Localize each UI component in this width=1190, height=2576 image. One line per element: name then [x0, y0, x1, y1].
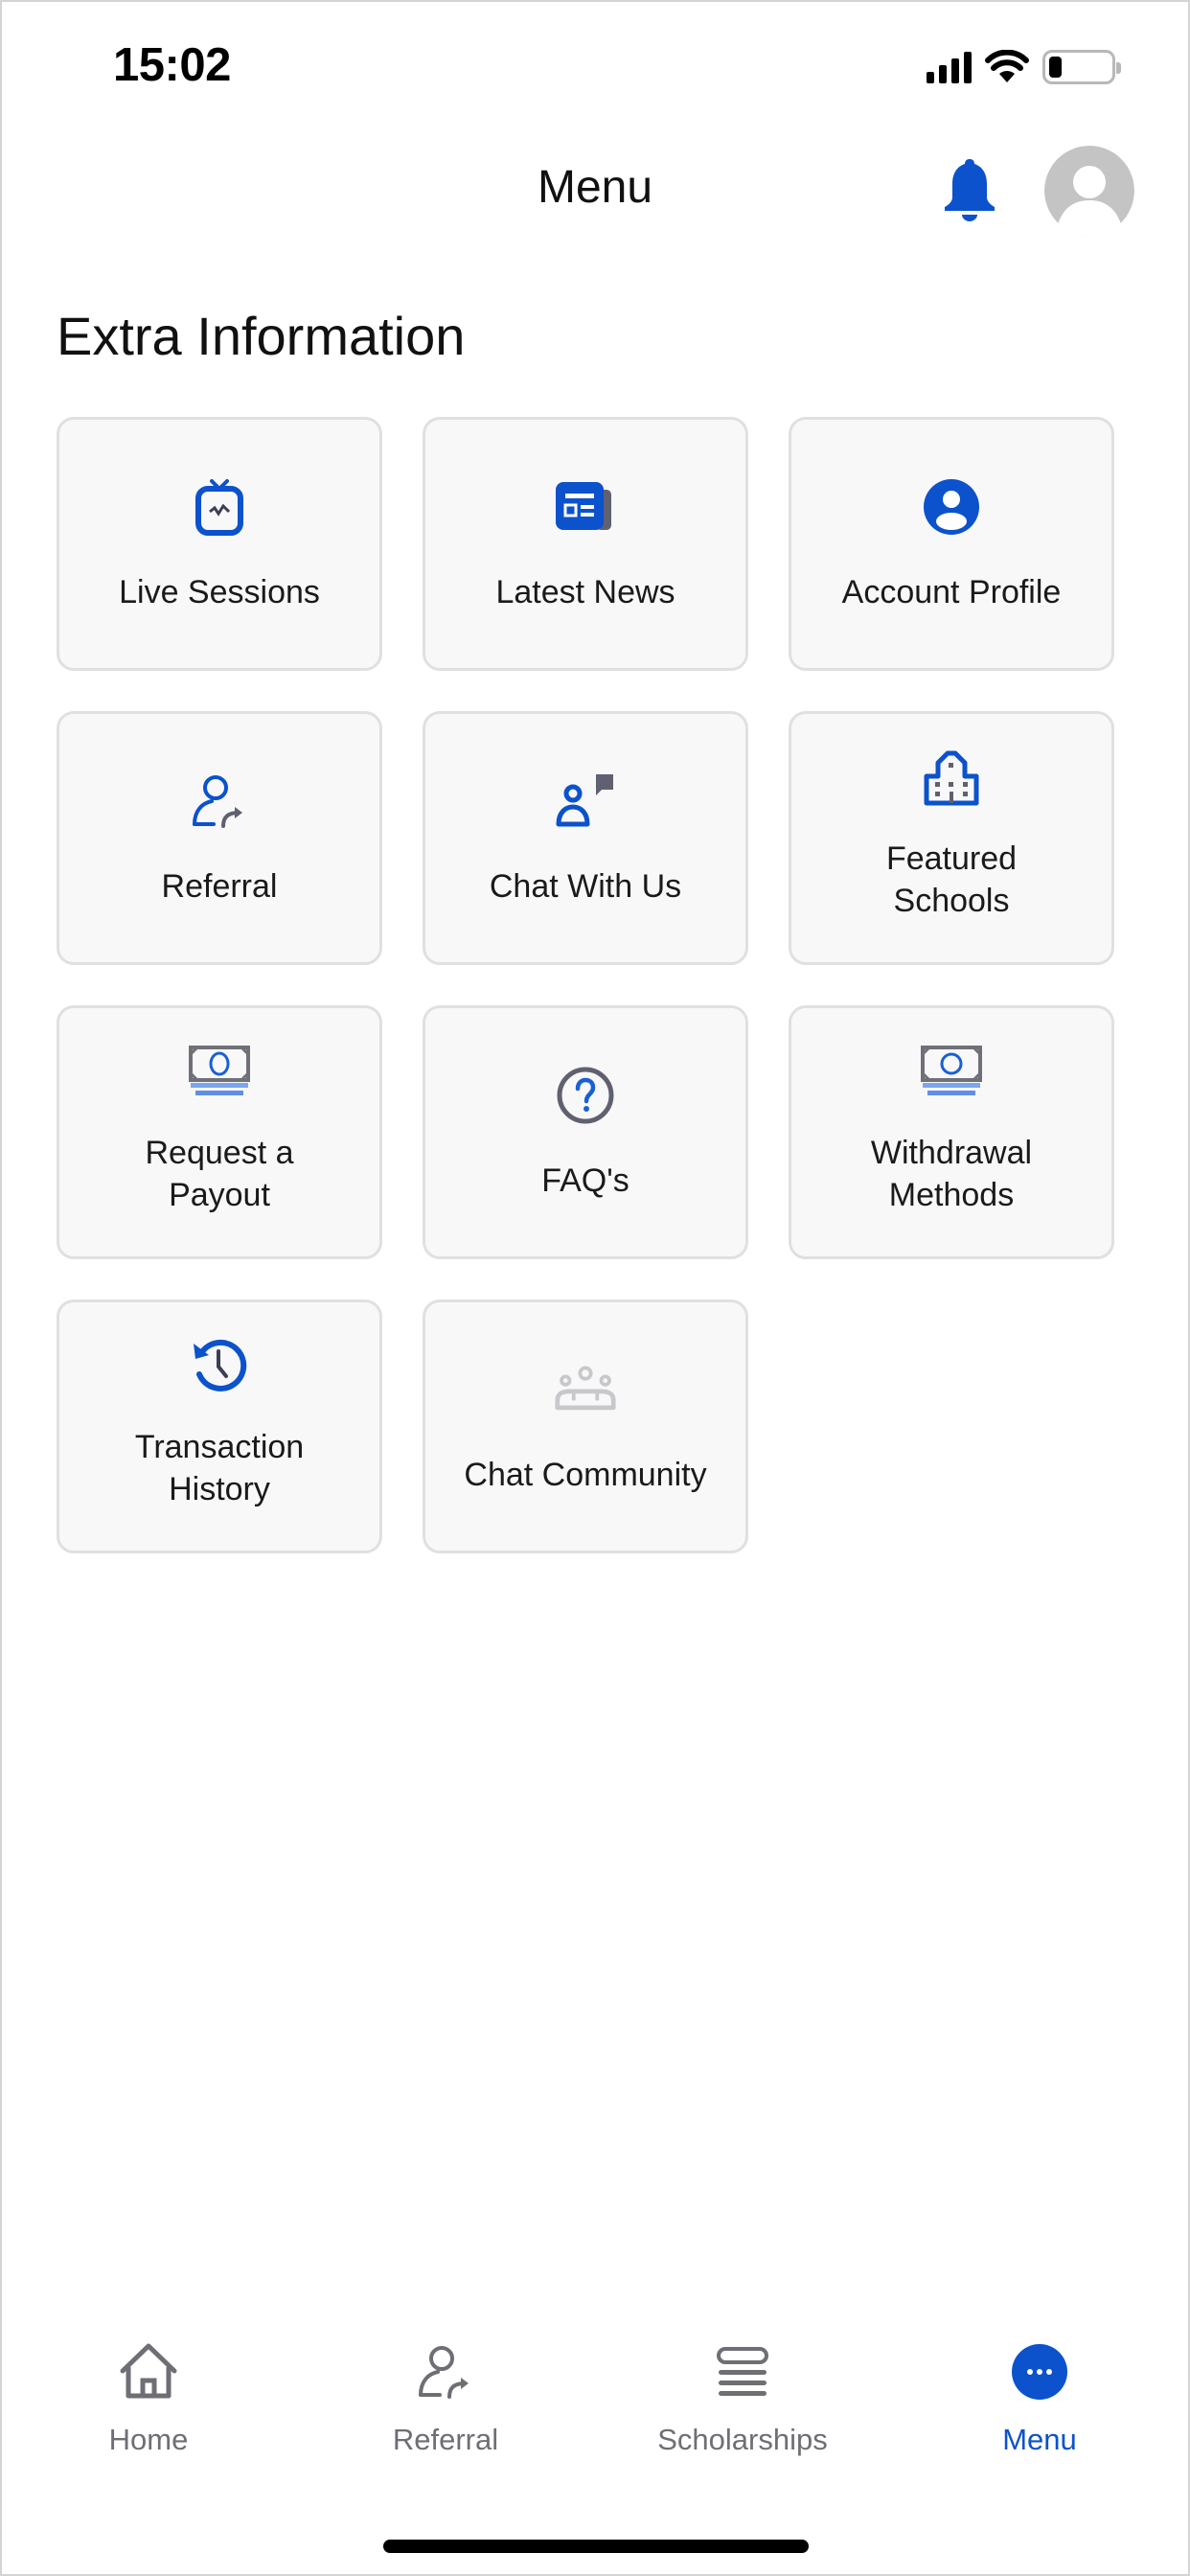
account-circle-icon [920, 475, 983, 539]
cash-stack-icon [188, 1040, 251, 1103]
tile-label: Request a Payout [145, 1134, 294, 1213]
tile-label: Live Sessions [119, 573, 320, 610]
tile-label: Referral [161, 867, 278, 905]
history-clock-icon [188, 1334, 251, 1397]
bottom-nav: Home Referral Scholarships Menu [0, 2338, 1190, 2472]
nav-label: Menu [1002, 2423, 1077, 2456]
nav-item-referral[interactable]: Referral [297, 2338, 594, 2472]
tile-label: Featured Schools [885, 840, 1018, 919]
question-circle-icon [554, 1064, 617, 1127]
battery-level [1049, 57, 1062, 78]
nav-item-home[interactable]: Home [0, 2338, 297, 2472]
tile-live-sessions[interactable]: Live Sessions [57, 417, 382, 671]
nav-label: Referral [392, 2423, 499, 2456]
tile-account-profile[interactable]: Account Profile [789, 417, 1114, 671]
tile-label: Latest News [495, 573, 675, 610]
battery-icon [1042, 50, 1121, 84]
section-title: Extra Information [57, 306, 466, 366]
wifi-icon [985, 50, 1029, 82]
status-time: 15:02 [113, 39, 231, 91]
page-title: Menu [537, 162, 653, 213]
person-share-icon [188, 770, 251, 833]
status-bar: 15:02 [0, 0, 1190, 134]
tile-request-payout[interactable]: Request a Payout [57, 1005, 382, 1259]
tile-featured-schools[interactable]: Featured Schools [789, 711, 1114, 965]
tile-label: Account Profile [841, 573, 1062, 610]
user-avatar-icon [1044, 146, 1134, 236]
tile-transaction-history[interactable]: Transaction History [57, 1300, 382, 1553]
tile-label: Chat Community [464, 1456, 707, 1493]
tile-referral[interactable]: Referral [57, 711, 382, 965]
user-avatar[interactable] [1044, 146, 1134, 236]
cellular-signal-icon [927, 51, 972, 83]
tile-chat-with-us[interactable]: Chat With Us [423, 711, 748, 965]
group-icon [554, 1358, 617, 1421]
tile-label: Chat With Us [489, 867, 682, 905]
tile-withdrawal-methods[interactable]: Withdrawal Methods [789, 1005, 1114, 1259]
stack-list-icon [709, 2338, 776, 2405]
newspaper-icon [554, 475, 617, 539]
person-chat-icon [554, 770, 617, 833]
tile-latest-news[interactable]: Latest News [423, 417, 748, 671]
nav-label: Home [108, 2423, 189, 2456]
tile-label: Withdrawal Methods [870, 1134, 1033, 1213]
live-tv-icon [188, 475, 251, 539]
nav-label: Scholarships [657, 2423, 828, 2456]
cash-stack-icon [920, 1040, 983, 1103]
header: Menu [0, 134, 1190, 240]
menu-grid: Live Sessions Latest News Account Profil… [57, 417, 1114, 1553]
home-indicator[interactable] [383, 2540, 809, 2553]
home-icon [115, 2338, 182, 2405]
nav-item-scholarships[interactable]: Scholarships [594, 2338, 891, 2472]
tile-label: FAQ's [541, 1162, 629, 1199]
status-icons [927, 50, 1121, 84]
school-building-icon [920, 746, 983, 809]
tile-chat-community[interactable]: Chat Community [423, 1300, 748, 1553]
notification-bell-icon[interactable] [939, 155, 1000, 224]
tile-label: Transaction History [134, 1428, 305, 1507]
tile-faqs[interactable]: FAQ's [423, 1005, 748, 1259]
nav-item-menu[interactable]: Menu [891, 2338, 1188, 2472]
person-share-icon [412, 2338, 479, 2405]
more-dots-icon [1006, 2338, 1073, 2405]
